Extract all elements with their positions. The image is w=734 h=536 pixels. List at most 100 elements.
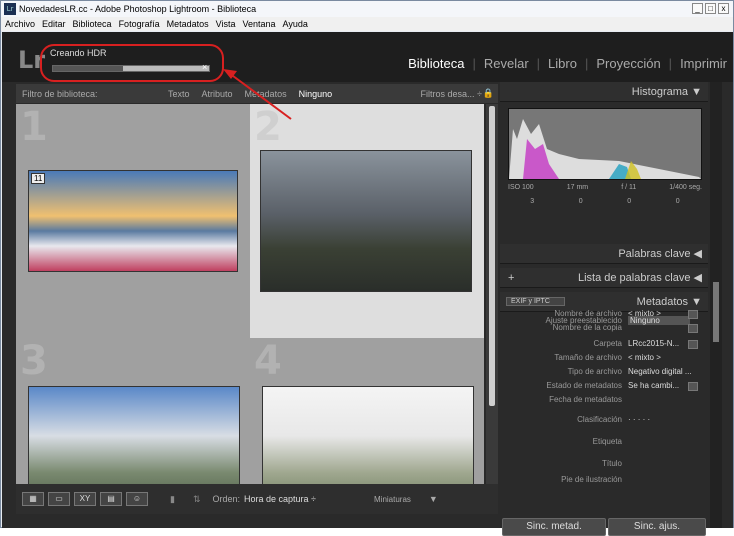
loupe-view-icon[interactable]: ▭: [48, 492, 70, 506]
redeye-count[interactable]: 0: [627, 198, 631, 205]
metadata-field-value[interactable]: < mixto >: [628, 353, 661, 362]
sort-label: Orden:: [212, 494, 241, 504]
metadata-field-row: Estado de metadatos Se ha cambi...: [500, 381, 708, 393]
photo-thumbnail[interactable]: [260, 150, 472, 292]
metadata-field-row: Nombre de la copia: [500, 323, 708, 335]
module-biblioteca[interactable]: Biblioteca: [408, 56, 464, 71]
keyword-list-header[interactable]: + Lista de palabras clave ◀: [500, 268, 708, 288]
filter-metadatos[interactable]: Metadatos: [245, 89, 287, 99]
maximize-button[interactable]: □: [705, 3, 716, 14]
filter-ninguno[interactable]: Ninguno: [299, 89, 333, 99]
histogram-tools: 3 0 0 0: [508, 198, 702, 205]
compare-view-icon[interactable]: XY: [74, 492, 96, 506]
menu-fotografia[interactable]: Fotografía: [119, 19, 160, 29]
grid-view-icon[interactable]: ▦: [22, 492, 44, 506]
metadata-field-label: Nombre de la copia: [552, 323, 622, 332]
field-action-icon[interactable]: [688, 382, 698, 391]
progress-bar: [52, 65, 210, 72]
filter-preset[interactable]: Filtros desa... ÷: [421, 89, 482, 99]
metadata-field-value[interactable]: < mixto >: [628, 309, 661, 318]
metadata-field-value[interactable]: Negativo digital ...: [628, 367, 692, 376]
grid-cell[interactable]: 1 11: [16, 104, 250, 338]
toolbar-menu-icon[interactable]: ▼: [429, 494, 438, 504]
sync-metadata-button[interactable]: Sinc. metad.: [502, 518, 606, 536]
module-proyeccion[interactable]: Proyección: [596, 56, 660, 71]
module-revelar[interactable]: Revelar: [484, 56, 529, 71]
metadata-field-row: Etiqueta: [500, 437, 708, 449]
lightroom-app-icon: Lr: [4, 3, 16, 15]
cell-number: 2: [254, 104, 282, 150]
module-imprimir[interactable]: Imprimir: [680, 56, 727, 71]
keywording-header[interactable]: Palabras clave ◀: [500, 244, 708, 264]
metadata-field-row: Carpeta LRcc2015-N...: [500, 339, 708, 351]
histogram-title: Histograma: [631, 85, 689, 98]
lock-icon[interactable]: 🔒: [483, 88, 494, 99]
window-title: NovedadesLR.cc - Adobe Photoshop Lightro…: [19, 4, 257, 14]
spot-count[interactable]: 0: [579, 198, 583, 205]
menu-ayuda[interactable]: Ayuda: [283, 19, 308, 29]
aperture-value: f / 11: [621, 184, 637, 191]
painter-icon[interactable]: ▮: [170, 494, 175, 505]
sort-dropdown[interactable]: Hora de captura ÷: [244, 494, 316, 504]
metadata-field-row: Título: [500, 459, 708, 471]
menu-editar[interactable]: Editar: [42, 19, 66, 29]
metadata-field-label: Título: [601, 459, 622, 468]
photo-thumbnail[interactable]: 11: [28, 170, 238, 272]
module-libro[interactable]: Libro: [548, 56, 577, 71]
metadata-field-row: Clasificación · · · · ·: [500, 415, 708, 427]
library-filter-bar: Filtro de biblioteca: Texto Atributo Met…: [16, 84, 498, 103]
shutter-speed: 1/400 seg.: [669, 184, 702, 191]
module-picker: Biblioteca | Revelar | Libro | Proyección | …: [408, 56, 727, 71]
metadata-field-label: Carpeta: [593, 339, 622, 348]
metadata-field-label: Pie de ilustración: [561, 475, 622, 484]
filter-texto[interactable]: Texto: [168, 89, 190, 99]
field-action-icon[interactable]: [688, 340, 698, 349]
filter-label: Filtro de biblioteca:: [22, 88, 98, 99]
menu-ventana[interactable]: Ventana: [242, 19, 275, 29]
metadata-field-label: Etiqueta: [592, 437, 622, 446]
cancel-progress-icon[interactable]: ×: [202, 62, 207, 72]
metadata-field-label: Tamaño de archivo: [554, 353, 622, 362]
metadata-field-row: Pie de ilustración: [500, 475, 708, 487]
metadata-field-value[interactable]: Se ha cambi...: [628, 381, 679, 390]
right-panel: Histograma ▼ ISO 100 17 mm f / 11 1/400 …: [500, 82, 708, 536]
survey-view-icon[interactable]: ▤: [100, 492, 122, 506]
close-button[interactable]: x: [718, 3, 729, 14]
menu-biblioteca[interactable]: Biblioteca: [73, 19, 112, 29]
thumbnail-size-label: Miniaturas: [374, 494, 411, 504]
window: Lr NovedadesLR.cc - Adobe Photoshop Ligh…: [0, 0, 734, 536]
menu-vista[interactable]: Vista: [216, 19, 236, 29]
filter-atributo[interactable]: Atributo: [202, 89, 233, 99]
right-panel-scrollbar[interactable]: [710, 82, 722, 528]
metadata-field-label: Clasificación: [577, 415, 622, 424]
field-action-icon[interactable]: [688, 310, 698, 319]
metadata-field-value[interactable]: LRcc2015-N...: [628, 339, 679, 348]
add-keyword-icon[interactable]: +: [508, 272, 514, 284]
stack-count-badge[interactable]: 11: [31, 173, 46, 184]
crop-count[interactable]: 3: [530, 198, 534, 205]
cell-number: 4: [254, 338, 282, 384]
histogram-info: ISO 100 17 mm f / 11 1/400 seg.: [508, 184, 702, 191]
people-view-icon[interactable]: ☺: [126, 492, 148, 506]
field-action-icon[interactable]: [688, 324, 698, 333]
scroll-thumb[interactable]: [489, 106, 495, 406]
histogram-header[interactable]: Histograma ▼: [500, 82, 708, 102]
metadata-field-row: Tipo de archivo Negativo digital ...: [500, 367, 708, 379]
scroll-thumb[interactable]: [713, 282, 719, 342]
sort-direction-icon[interactable]: ⇅: [193, 494, 201, 505]
metadata-set-dropdown[interactable]: EXIF y IPTC: [506, 297, 565, 306]
progress-label: Creando HDR: [50, 48, 107, 58]
progress-fill: [53, 66, 124, 71]
brush-count[interactable]: 0: [676, 198, 680, 205]
metadata-field-label: Estado de metadatos: [546, 381, 622, 390]
menu-metadatos[interactable]: Metadatos: [167, 19, 209, 29]
histogram-graph: [509, 119, 701, 179]
metadata-field-row: Tamaño de archivo < mixto >: [500, 353, 708, 365]
metadata-field-value[interactable]: · · · · ·: [628, 415, 650, 424]
grid-scrollbar[interactable]: [486, 104, 498, 510]
grid-cell[interactable]: 2: [250, 104, 484, 338]
minimize-button[interactable]: _: [692, 3, 703, 14]
grid-toolbar: ▦ ▭ XY ▤ ☺ ▮ ⇅ Orden: Hora de captura ÷ …: [16, 484, 498, 514]
menu-archivo[interactable]: Archivo: [5, 19, 35, 29]
sync-settings-button[interactable]: Sinc. ajus.: [608, 518, 706, 536]
